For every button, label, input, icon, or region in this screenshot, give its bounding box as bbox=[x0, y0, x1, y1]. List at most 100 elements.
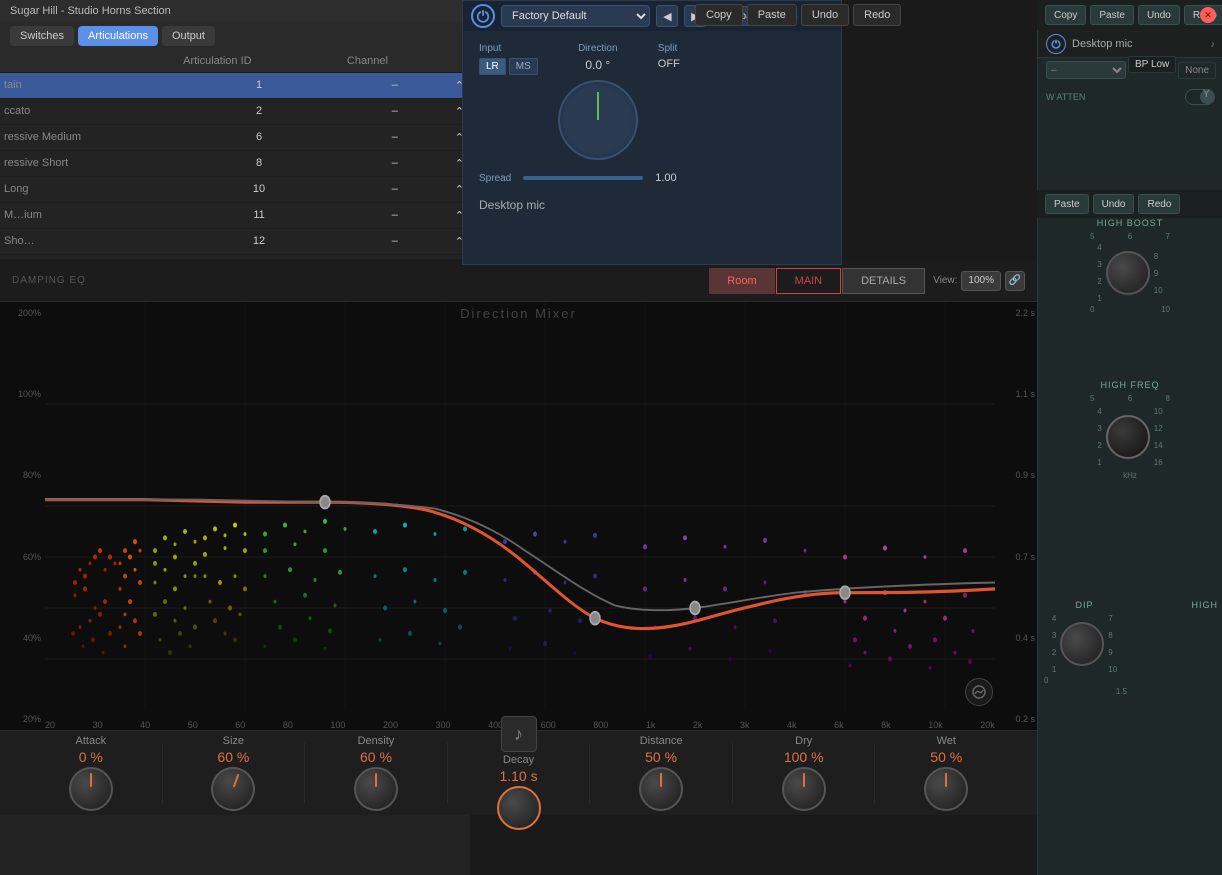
high-boost-label: HIGH BOOST bbox=[1042, 218, 1218, 228]
table-row[interactable]: Sho… 12 – ⌃ bbox=[0, 228, 470, 254]
eq-control-point-4[interactable] bbox=[840, 586, 850, 599]
high-freq-knob[interactable] bbox=[1106, 415, 1150, 459]
input-ms-btn[interactable]: MS bbox=[509, 58, 538, 75]
right2-redo-btn[interactable]: Redo bbox=[1138, 194, 1180, 214]
right-paste-bar: Paste Undo Redo bbox=[1037, 190, 1222, 218]
y-label-40: 40% bbox=[0, 633, 45, 643]
table-row[interactable]: tain 1 – ⌃ bbox=[0, 72, 470, 98]
eq-control-point-1[interactable] bbox=[320, 496, 330, 509]
top-undo-btn[interactable]: Undo bbox=[801, 4, 849, 26]
row-name: ressive Short bbox=[0, 150, 177, 176]
tab-room[interactable]: Room bbox=[709, 268, 774, 294]
view-control: View: 100% 🔗 bbox=[933, 271, 1025, 291]
attack-value: 0 % bbox=[79, 749, 103, 765]
hf-knob-row: 4 3 2 1 10 12 14 16 bbox=[1097, 407, 1162, 467]
r-label-04: 0.4 s bbox=[1015, 633, 1035, 643]
table-row[interactable]: ccato 2 – ⌃ bbox=[0, 98, 470, 124]
high-freq-knob-wrap: 5 6 8 4 3 2 1 10 12 14 bbox=[1042, 394, 1218, 480]
distance-label: Distance bbox=[640, 735, 683, 747]
size-value: 60 % bbox=[217, 749, 249, 765]
right2-paste-btn[interactable]: Paste bbox=[1045, 194, 1089, 214]
attack-knob[interactable] bbox=[69, 767, 113, 811]
row-id: 11 bbox=[177, 202, 341, 228]
none-btn[interactable]: None bbox=[1178, 62, 1216, 79]
upper-preset-dropdown[interactable]: Factory Default bbox=[501, 5, 650, 27]
view-value-btn[interactable]: 100% bbox=[961, 271, 1001, 291]
input-lr-btn[interactable]: LR bbox=[479, 58, 506, 75]
right-power-btn[interactable] bbox=[1046, 34, 1066, 54]
music-note-btn[interactable]: ♪ bbox=[501, 716, 537, 752]
y-label-20: 20% bbox=[0, 714, 45, 724]
distance-knob[interactable] bbox=[639, 767, 683, 811]
top-paste-btn[interactable]: Paste bbox=[747, 4, 797, 26]
eq-right-labels: 2.2 s 1.1 s 0.9 s 0.7 s 0.4 s 0.2 s bbox=[1015, 302, 1035, 730]
param-wet: Wet 50 % bbox=[875, 735, 1017, 811]
hb-right-scale: 8 9 10 bbox=[1154, 252, 1163, 295]
view-label: View: bbox=[933, 275, 957, 286]
table-row[interactable]: Long 10 – ⌃ bbox=[0, 176, 470, 202]
row-name: M…ium bbox=[0, 202, 177, 228]
param-attack: Attack 0 % bbox=[20, 735, 162, 811]
tab-switches[interactable]: Switches bbox=[10, 26, 74, 46]
high-boost-knob[interactable] bbox=[1106, 251, 1150, 295]
density-label: Density bbox=[358, 735, 395, 747]
eq-control-point-3[interactable] bbox=[690, 602, 700, 615]
hf-right-scale: 10 12 14 16 bbox=[1154, 407, 1163, 467]
row-name: tain bbox=[0, 72, 177, 98]
wet-knob[interactable] bbox=[924, 767, 968, 811]
title-bar: Sugar Hill - Studio Horns Section bbox=[0, 0, 470, 22]
right-power-row: Desktop mic ♪ bbox=[1038, 30, 1222, 58]
tab-details[interactable]: DETAILS bbox=[842, 268, 925, 294]
link-icon-btn[interactable]: 🔗 bbox=[1005, 271, 1025, 291]
tab-output[interactable]: Output bbox=[162, 26, 215, 46]
right2-undo-btn[interactable]: Undo bbox=[1093, 194, 1135, 214]
row-id: 12 bbox=[177, 228, 341, 254]
hb-scale-top: 5 6 7 bbox=[1090, 232, 1170, 241]
upper-prev-btn[interactable]: ◀ bbox=[656, 5, 678, 27]
dip-knob-wrap: 4 3 2 1 7 8 9 10 bbox=[1042, 614, 1127, 674]
dip-knob[interactable] bbox=[1060, 622, 1104, 666]
size-knob[interactable] bbox=[205, 761, 261, 817]
y-label-80: 80% bbox=[0, 470, 45, 480]
spread-row: Spread 1.00 bbox=[463, 172, 841, 196]
table-row[interactable]: M…ium 11 – ⌃ bbox=[0, 202, 470, 228]
table-row[interactable]: ressive Short 8 – ⌃ bbox=[0, 150, 470, 176]
eq-control-point-2[interactable] bbox=[590, 612, 600, 625]
y-label-60: 60% bbox=[0, 552, 45, 562]
row-id: 1 bbox=[177, 72, 341, 98]
direction-knob[interactable] bbox=[558, 80, 638, 160]
direction-value: 0.0 ° bbox=[585, 58, 610, 72]
top-copy-btn[interactable]: Copy bbox=[695, 4, 743, 26]
param-decay: ♪ Decay 1.10 s bbox=[448, 716, 590, 830]
row-id: 2 bbox=[177, 98, 341, 124]
dip-right-scale: 7 8 9 10 bbox=[1108, 614, 1117, 674]
music-icon-right: ♪ bbox=[1211, 39, 1216, 49]
density-knob[interactable] bbox=[354, 767, 398, 811]
row-name: ressive Medium bbox=[0, 124, 177, 150]
dry-label: Dry bbox=[795, 735, 812, 747]
spread-slider[interactable] bbox=[523, 176, 643, 180]
decay-knob[interactable] bbox=[497, 786, 541, 830]
noise-floor-icon[interactable] bbox=[965, 678, 993, 706]
split-value: OFF bbox=[658, 58, 680, 70]
y-label-100: 100% bbox=[0, 389, 45, 399]
hb-scale-bottom: 0 10 bbox=[1090, 305, 1170, 314]
eq-panel: DAMPING EQ Room MAIN DETAILS View: 100% … bbox=[0, 260, 1037, 815]
w-atten-row: W ATTEN bbox=[1038, 82, 1222, 112]
table-row[interactable]: ressive Medium 6 – ⌃ bbox=[0, 124, 470, 150]
tab-articulations[interactable]: Articulations bbox=[78, 26, 158, 46]
close-btn[interactable]: ✕ bbox=[1200, 7, 1216, 23]
high-freq-inner: 5 6 8 4 3 2 1 10 12 14 bbox=[1090, 394, 1170, 480]
top-redo-btn[interactable]: Redo bbox=[853, 4, 901, 26]
row-id: 10 bbox=[177, 176, 341, 202]
dry-knob[interactable] bbox=[782, 767, 826, 811]
tab-main[interactable]: MAIN bbox=[776, 268, 842, 294]
w-atten-toggle[interactable] bbox=[1185, 89, 1215, 105]
upper-power-button[interactable] bbox=[471, 4, 495, 28]
high-boost-knob-group: 5 6 7 4 3 2 1 8 9 10 bbox=[1090, 232, 1170, 314]
split-section: Split OFF bbox=[658, 43, 680, 70]
right-dropdown-select[interactable]: – bbox=[1046, 61, 1126, 79]
row-id: 8 bbox=[177, 150, 341, 176]
decay-label: Decay bbox=[503, 754, 534, 766]
row-id: 6 bbox=[177, 124, 341, 150]
